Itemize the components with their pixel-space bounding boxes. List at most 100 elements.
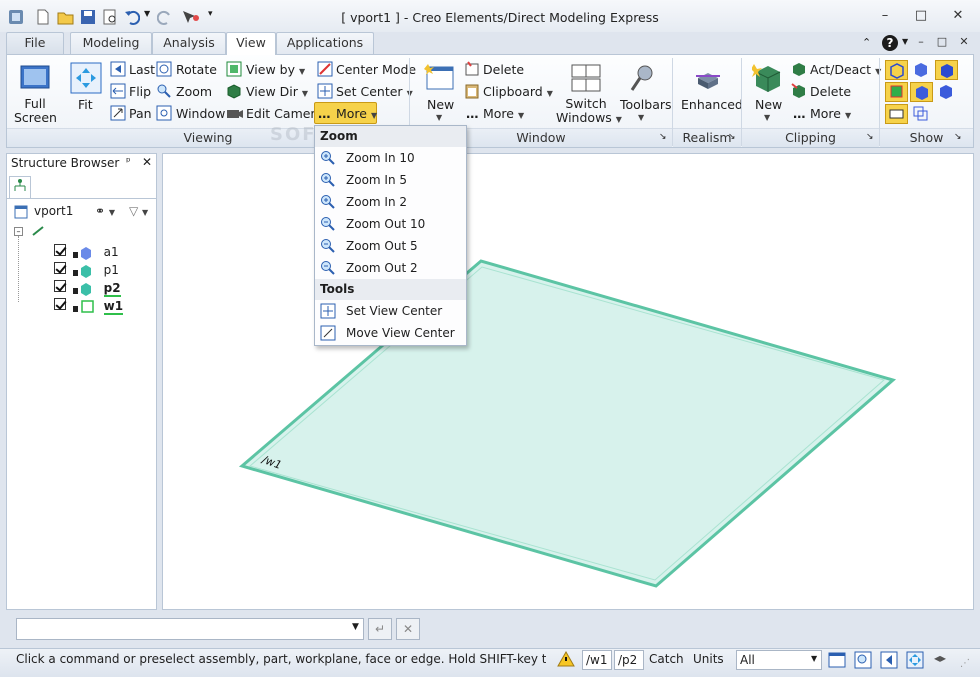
delete-clip-icon[interactable] bbox=[791, 83, 807, 102]
restore-button[interactable]: □ bbox=[911, 8, 931, 23]
menu-set-view-center[interactable]: Set View Center bbox=[315, 300, 466, 322]
doc-close-button[interactable]: ✕ bbox=[954, 35, 974, 48]
clipboard-button[interactable]: Clipboard ▼ bbox=[483, 84, 553, 99]
show-faces-icon[interactable] bbox=[910, 60, 933, 80]
visibility-checkbox[interactable] bbox=[54, 298, 66, 310]
more-window-button[interactable]: More ▼ bbox=[483, 106, 524, 121]
menu-zoom-out-5[interactable]: Zoom Out 5 bbox=[315, 235, 466, 257]
delete-clip-button[interactable]: Delete bbox=[810, 84, 851, 99]
visibility-checkbox[interactable] bbox=[54, 244, 66, 256]
set-center-button[interactable]: Set Center ▼ bbox=[336, 84, 413, 99]
zoom-status-icon[interactable] bbox=[854, 651, 872, 672]
visibility-checkbox[interactable] bbox=[54, 262, 66, 274]
view-by-icon[interactable] bbox=[226, 61, 242, 80]
binoculars-icon[interactable]: ⚭ ▼ bbox=[95, 204, 115, 218]
command-input[interactable] bbox=[16, 618, 364, 640]
tree-row-a1[interactable]: a1 bbox=[54, 244, 119, 260]
tree-row-p1[interactable]: p1 bbox=[54, 262, 119, 278]
show-edges-icon[interactable] bbox=[935, 60, 958, 80]
clipboard-icon[interactable] bbox=[464, 83, 480, 102]
dialog-launcher-icon[interactable]: ↘ bbox=[954, 132, 962, 142]
more-clip-button[interactable]: More ▼ bbox=[810, 106, 851, 121]
chevron-down-icon[interactable]: ▼ bbox=[352, 622, 359, 632]
show-parts-icon[interactable] bbox=[885, 82, 908, 102]
fit-icon[interactable] bbox=[70, 62, 102, 97]
flip-button[interactable]: Flip bbox=[129, 84, 151, 99]
close-button[interactable]: ✕ bbox=[948, 8, 968, 23]
doc-minimize-button[interactable]: – bbox=[911, 35, 931, 48]
catch-button[interactable]: Catch bbox=[649, 652, 684, 666]
units-button[interactable]: Units bbox=[693, 652, 724, 666]
chevron-down-icon[interactable]: ▼ bbox=[764, 113, 770, 122]
menu-move-view-center[interactable]: Move View Center bbox=[315, 322, 466, 344]
tab-view[interactable]: View bbox=[226, 32, 276, 55]
new-clip-button[interactable]: New bbox=[755, 97, 782, 112]
delete-window-icon[interactable] bbox=[464, 61, 480, 80]
dialog-launcher-icon[interactable]: ↘ bbox=[659, 132, 667, 142]
enter-command-button[interactable]: ↵ bbox=[368, 618, 392, 640]
menu-zoom-out-10[interactable]: Zoom Out 10 bbox=[315, 213, 466, 235]
show-cube-icon[interactable] bbox=[885, 60, 908, 80]
zoom-button[interactable]: Zoom bbox=[176, 84, 212, 99]
tab-file[interactable]: File bbox=[6, 32, 64, 54]
help-dropdown-icon[interactable]: ▼ bbox=[902, 37, 908, 46]
warning-icon[interactable] bbox=[557, 650, 575, 670]
flip-icon[interactable] bbox=[110, 83, 126, 102]
act-deact-button[interactable]: Act/Deact ▼ bbox=[810, 62, 881, 77]
act-deact-icon[interactable] bbox=[791, 61, 807, 80]
current-workplane-field[interactable]: /w1 bbox=[582, 650, 612, 670]
dialog-launcher-icon[interactable]: ↘ bbox=[866, 132, 874, 142]
full-screen-icon[interactable] bbox=[19, 62, 51, 97]
switch-windows-button[interactable]: Switch Windows ▼ bbox=[556, 97, 622, 127]
tree-row-p2[interactable]: p2 bbox=[54, 280, 121, 297]
view-dir-button[interactable]: View Dir ▼ bbox=[246, 84, 308, 99]
delete-window-button[interactable]: Delete bbox=[483, 62, 524, 77]
pin-icon[interactable]: ᵖ bbox=[126, 155, 131, 168]
minimize-button[interactable]: – bbox=[875, 8, 895, 23]
chevron-down-icon[interactable]: ▼ bbox=[638, 113, 644, 122]
camera-icon[interactable] bbox=[226, 105, 244, 124]
menu-zoom-in-10[interactable]: Zoom In 10 bbox=[315, 147, 466, 169]
view-dir-icon[interactable] bbox=[226, 83, 242, 102]
show-workplanes-icon[interactable] bbox=[910, 104, 933, 124]
viewport-status-icon[interactable] bbox=[828, 651, 846, 672]
panel-close-button[interactable]: ✕ bbox=[142, 155, 152, 169]
window-button[interactable]: Window bbox=[176, 106, 225, 121]
new-window-icon[interactable] bbox=[424, 62, 456, 97]
visibility-checkbox[interactable] bbox=[54, 280, 66, 292]
cancel-command-button[interactable]: ✕ bbox=[396, 618, 420, 640]
navigate-arrows-icon[interactable]: ◂▸ bbox=[934, 651, 946, 665]
selection-tool-icon[interactable] bbox=[180, 9, 202, 28]
set-center-icon[interactable] bbox=[317, 83, 333, 102]
resize-grip-icon[interactable]: ⋰ bbox=[960, 658, 970, 669]
menu-zoom-in-2[interactable]: Zoom In 2 bbox=[315, 191, 466, 213]
chevron-down-icon[interactable]: ▼ bbox=[811, 654, 817, 663]
tree-row-w1[interactable]: w1 bbox=[54, 298, 124, 315]
app-icon[interactable] bbox=[8, 9, 24, 28]
current-part-field[interactable]: /p2 bbox=[614, 650, 644, 670]
chevron-down-icon[interactable]: ▼ bbox=[436, 113, 442, 122]
viewport-selector[interactable]: vport1 bbox=[34, 204, 73, 218]
toolbars-icon[interactable] bbox=[627, 62, 659, 97]
center-mode-button[interactable]: Center Mode bbox=[336, 62, 416, 77]
window-zoom-icon[interactable] bbox=[156, 105, 172, 124]
new-file-icon[interactable] bbox=[36, 9, 50, 28]
menu-zoom-in-5[interactable]: Zoom In 5 bbox=[315, 169, 466, 191]
full-screen-button[interactable]: Full Screen bbox=[14, 97, 57, 125]
customize-qat-icon[interactable]: ▾ bbox=[208, 9, 213, 19]
redo-icon[interactable] bbox=[156, 9, 173, 28]
doc-restore-button[interactable]: □ bbox=[932, 35, 952, 48]
switch-windows-icon[interactable] bbox=[570, 62, 602, 97]
zoom-icon[interactable] bbox=[156, 83, 172, 102]
view-by-button[interactable]: View by ▼ bbox=[246, 62, 305, 77]
rotate-button[interactable]: Rotate bbox=[176, 62, 217, 77]
show-dimensions-icon[interactable] bbox=[885, 104, 908, 124]
print-preview-icon[interactable] bbox=[102, 9, 118, 28]
show-hidden-icon[interactable] bbox=[935, 82, 958, 102]
toolbars-button[interactable]: Toolbars bbox=[620, 97, 672, 112]
filter-icon[interactable]: ▽ ▼ bbox=[129, 204, 148, 218]
save-icon[interactable] bbox=[80, 9, 96, 28]
collapse-tree-icon[interactable]: – bbox=[14, 227, 23, 236]
selection-filter-select[interactable]: All bbox=[736, 650, 822, 670]
help-icon[interactable]: ? bbox=[881, 34, 899, 55]
